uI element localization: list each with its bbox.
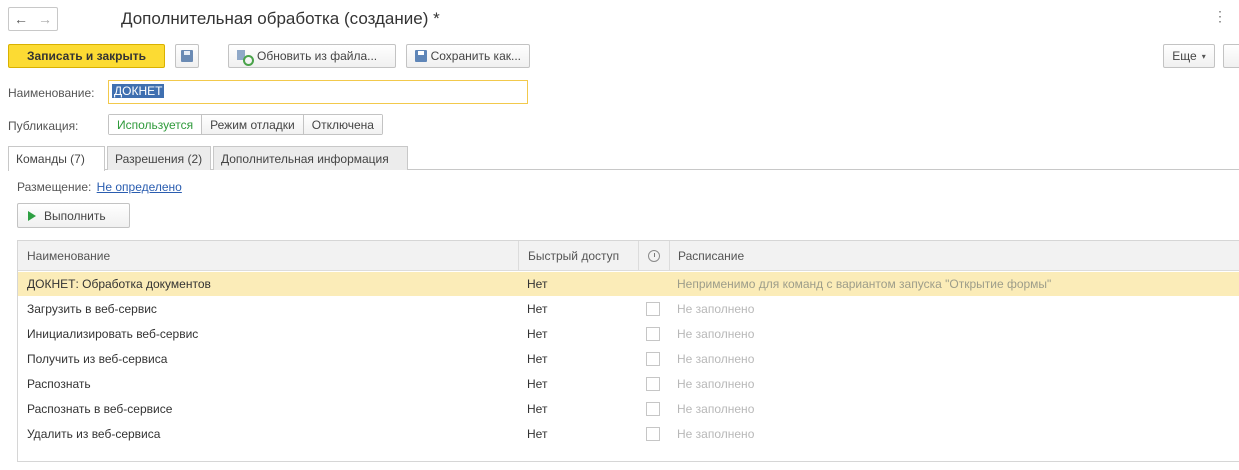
row-name: ДОКНЕТ: Обработка документов xyxy=(27,277,211,291)
schedule-checkbox[interactable] xyxy=(646,427,660,441)
save-as-button[interactable]: Сохранить как... xyxy=(406,44,530,68)
name-input-value: ДОКНЕТ xyxy=(112,84,165,98)
publication-option-debug[interactable]: Режим отладки xyxy=(202,115,304,134)
update-from-file-icon xyxy=(237,50,254,66)
row-name: Получить из веб-сервиса xyxy=(27,352,168,366)
table-row[interactable]: ДОКНЕТ: Обработка документов Нет Неприме… xyxy=(18,272,1239,296)
schedule-checkbox[interactable] xyxy=(646,352,660,366)
tab-permissions[interactable]: Разрешения (2) xyxy=(107,146,211,170)
more-label: Еще xyxy=(1172,49,1197,63)
column-header-fast-access[interactable]: Быстрый доступ xyxy=(518,241,628,270)
name-input[interactable]: ДОКНЕТ xyxy=(108,80,528,104)
tab-additional-info[interactable]: Дополнительная информация xyxy=(213,146,408,170)
table-row[interactable]: Инициализировать веб-сервис Нет Не запол… xyxy=(18,322,1239,346)
navigation-buttons: ← → xyxy=(8,7,58,31)
update-from-file-label: Обновить из файла... xyxy=(257,49,378,63)
save-and-close-button[interactable]: Записать и закрыть xyxy=(8,44,165,68)
table-header: Наименование Быстрый доступ Расписание xyxy=(18,241,1239,271)
update-from-file-button[interactable]: Обновить из файла... xyxy=(228,44,396,68)
row-schedule-checkbox-cell xyxy=(638,347,668,371)
save-as-icon xyxy=(415,50,427,62)
run-button[interactable]: Выполнить xyxy=(17,203,130,228)
forward-arrow-icon[interactable]: → xyxy=(33,8,57,30)
row-fast-access: Нет xyxy=(527,352,548,366)
name-label: Наименование: xyxy=(8,86,95,100)
publication-switch: Используется Режим отладки Отключена xyxy=(108,114,383,135)
row-schedule-checkbox-cell xyxy=(638,322,668,346)
save-button[interactable] xyxy=(175,44,199,68)
publication-label: Публикация: xyxy=(8,119,79,133)
table-row[interactable]: Распознать Нет Не заполнено xyxy=(18,372,1239,396)
chevron-down-icon: ▾ xyxy=(1201,51,1206,61)
row-schedule-checkbox-cell xyxy=(638,372,668,396)
table-row[interactable]: Получить из веб-сервиса Нет Не заполнено xyxy=(18,347,1239,371)
row-schedule: Неприменимо для команд с вариантом запус… xyxy=(677,277,1052,291)
row-fast-access: Нет xyxy=(527,427,548,441)
save-as-label: Сохранить как... xyxy=(430,49,521,63)
run-button-label: Выполнить xyxy=(44,208,106,223)
column-header-name[interactable]: Наименование xyxy=(27,241,517,270)
clock-icon xyxy=(647,249,660,262)
row-name: Распознать xyxy=(27,377,91,391)
row-name: Удалить из веб-сервиса xyxy=(27,427,161,441)
column-header-schedule[interactable]: Расписание xyxy=(669,241,1229,270)
placement-row: Размещение: Не определено xyxy=(17,180,182,194)
column-header-schedule-enabled[interactable] xyxy=(638,241,668,270)
row-schedule-checkbox-cell xyxy=(638,297,668,321)
row-name: Распознать в веб-сервисе xyxy=(27,402,173,416)
floppy-disk-icon xyxy=(181,50,193,62)
row-fast-access: Нет xyxy=(527,277,548,291)
play-icon xyxy=(28,210,36,221)
schedule-checkbox[interactable] xyxy=(646,402,660,416)
row-fast-access: Нет xyxy=(527,327,548,341)
back-arrow-icon[interactable]: ← xyxy=(9,8,33,30)
row-fast-access: Нет xyxy=(527,377,548,391)
command-toolbar: Записать и закрыть Обновить из файла... … xyxy=(8,44,1239,68)
table-row[interactable]: Распознать в веб-сервисе Нет Не заполнен… xyxy=(18,397,1239,421)
row-schedule: Не заполнено xyxy=(677,327,755,341)
window-title: Дополнительная обработка (создание) * xyxy=(121,9,440,28)
schedule-checkbox[interactable] xyxy=(646,302,660,316)
tab-bar: Команды (7) Разрешения (2) Дополнительна… xyxy=(8,146,1239,171)
help-button[interactable] xyxy=(1223,44,1239,68)
publication-option-disabled[interactable]: Отключена xyxy=(303,115,382,134)
row-name: Загрузить в веб-сервис xyxy=(27,302,157,316)
kebab-menu-icon[interactable]: ⋮ xyxy=(1213,9,1227,23)
placement-link[interactable]: Не определено xyxy=(97,180,182,194)
schedule-checkbox[interactable] xyxy=(646,377,660,391)
row-schedule-checkbox-cell xyxy=(638,422,668,446)
row-schedule: Не заполнено xyxy=(677,377,755,391)
row-schedule: Не заполнено xyxy=(677,402,755,416)
row-fast-access: Нет xyxy=(527,302,548,316)
schedule-checkbox[interactable] xyxy=(646,327,660,341)
row-schedule: Не заполнено xyxy=(677,302,755,316)
table-row[interactable]: Удалить из веб-сервиса Нет Не заполнено xyxy=(18,422,1239,446)
table-row[interactable]: Загрузить в веб-сервис Нет Не заполнено xyxy=(18,297,1239,321)
row-name: Инициализировать веб-сервис xyxy=(27,327,199,341)
commands-table: Наименование Быстрый доступ Расписание Д… xyxy=(17,240,1239,462)
row-schedule-checkbox-cell xyxy=(638,397,668,421)
row-schedule: Не заполнено xyxy=(677,427,755,441)
tab-commands[interactable]: Команды (7) xyxy=(8,146,105,171)
row-schedule: Не заполнено xyxy=(677,352,755,366)
row-fast-access: Нет xyxy=(527,402,548,416)
more-button[interactable]: Еще ▾ xyxy=(1163,44,1215,68)
placement-label: Размещение: xyxy=(17,180,92,194)
publication-option-used[interactable]: Используется xyxy=(109,115,203,134)
